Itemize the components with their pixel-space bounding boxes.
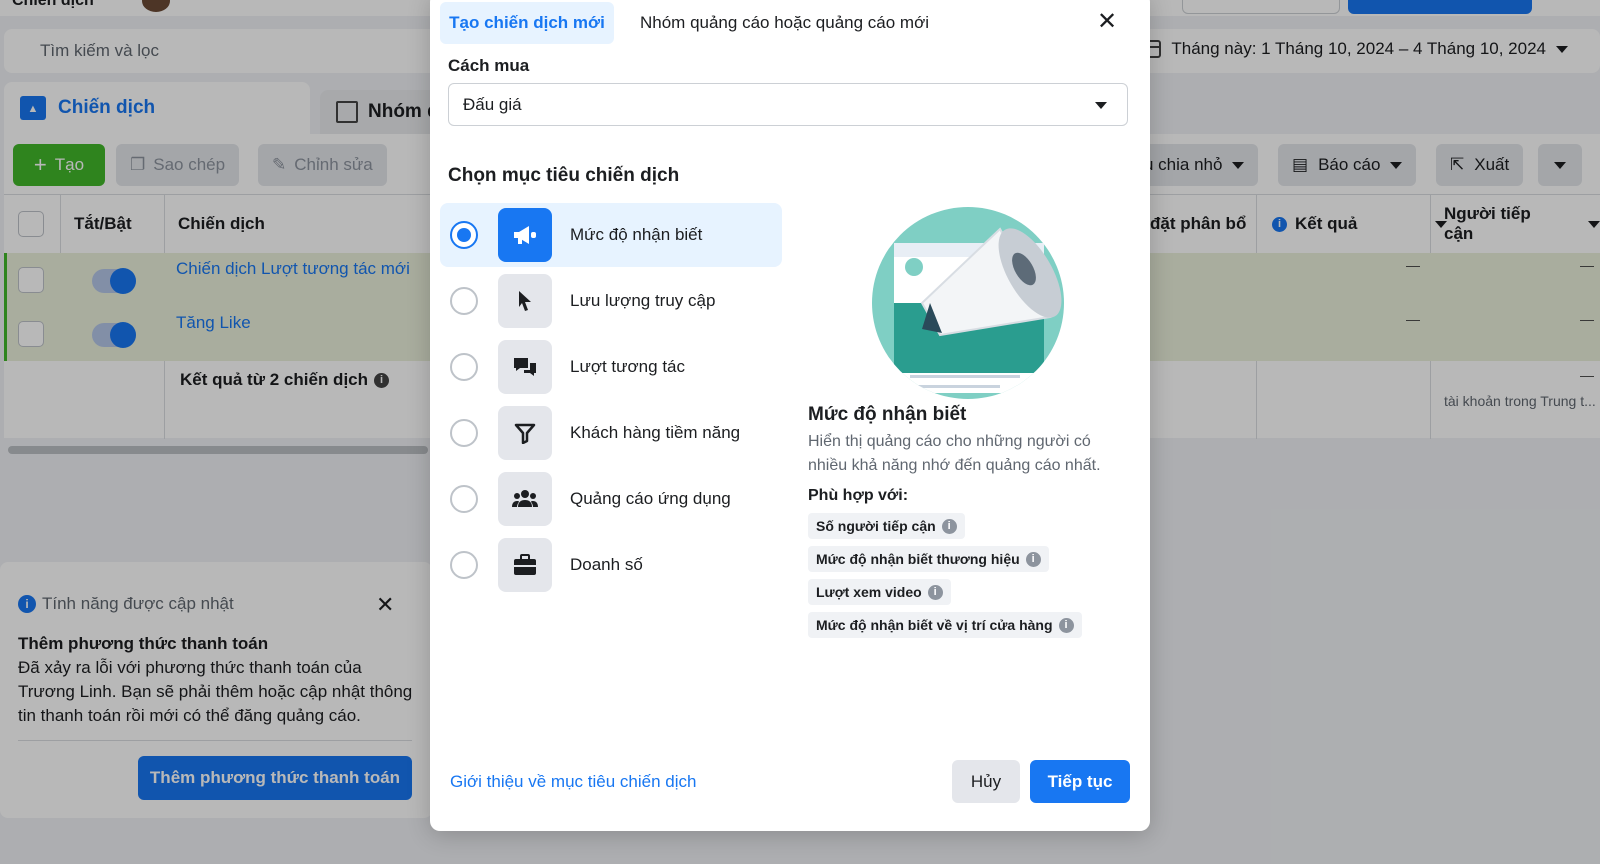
- good-for-chip: Số người tiếp cận i: [808, 513, 965, 539]
- good-for-label: Phù hợp với:: [808, 487, 909, 504]
- chip-label: Số người tiếp cận: [816, 518, 936, 534]
- chat-icon: [498, 340, 552, 394]
- good-for-chip: Mức độ nhận biết thương hiệu i: [808, 546, 1049, 572]
- info-icon[interactable]: i: [927, 584, 943, 600]
- objective-label: Lưu lượng truy cập: [570, 291, 716, 310]
- objective-radio[interactable]: [450, 353, 478, 381]
- chip-label: Mức độ nhận biết thương hiệu: [816, 551, 1020, 567]
- info-icon[interactable]: i: [941, 518, 957, 534]
- cursor-icon: [498, 274, 552, 328]
- objective-option-engagement[interactable]: Lượt tương tác: [440, 335, 782, 399]
- objective-radio[interactable]: [450, 419, 478, 447]
- people-icon: [498, 472, 552, 526]
- buying-type-value: Đấu giá: [463, 94, 522, 114]
- chip-label: Mức độ nhận biết về vị trí cửa hàng: [816, 617, 1053, 633]
- buying-type-label: Cách mua: [448, 56, 530, 75]
- buying-type-select[interactable]: Đấu giá: [448, 83, 1128, 126]
- close-icon[interactable]: ✕: [1092, 6, 1122, 36]
- objective-label: Mức độ nhận biết: [570, 225, 703, 244]
- objective-detail-description: Hiển thị quảng cáo cho những người có nh…: [808, 433, 1101, 474]
- objective-label: Lượt tương tác: [570, 357, 685, 376]
- briefcase-icon: [498, 538, 552, 592]
- awareness-illustration: [870, 207, 1070, 406]
- create-campaign-dialog: Tạo chiến dịch mới Nhóm quảng cáo hoặc q…: [430, 0, 1150, 831]
- objective-option-app-promotion[interactable]: Quảng cáo ứng dụng: [440, 467, 782, 531]
- good-for-chip: Lượt xem video i: [808, 579, 951, 605]
- objective-radio[interactable]: [450, 287, 478, 315]
- objective-option-awareness[interactable]: Mức độ nhận biết: [440, 203, 782, 267]
- funnel-icon: [498, 406, 552, 460]
- objective-option-sales[interactable]: Doanh số: [440, 533, 782, 597]
- good-for-chip: Mức độ nhận biết về vị trí cửa hàng i: [808, 612, 1082, 638]
- cancel-button[interactable]: Hủy: [952, 760, 1020, 803]
- info-icon[interactable]: i: [1058, 617, 1074, 633]
- objective-label: Quảng cáo ứng dụng: [570, 489, 731, 508]
- objective-option-traffic[interactable]: Lưu lượng truy cập: [440, 269, 782, 333]
- objective-label: Khách hàng tiềm năng: [570, 423, 741, 442]
- objective-detail-title: Mức độ nhận biết: [808, 404, 967, 425]
- objective-label: Doanh số: [570, 555, 643, 574]
- megaphone-icon: [498, 208, 552, 262]
- info-icon[interactable]: i: [1025, 551, 1041, 567]
- tab-new-campaign[interactable]: Tạo chiến dịch mới: [440, 2, 614, 44]
- objective-heading: Chọn mục tiêu chiến dịch: [448, 165, 680, 186]
- chip-label: Lượt xem video: [816, 584, 922, 600]
- objective-radio[interactable]: [450, 551, 478, 579]
- continue-button[interactable]: Tiếp tục: [1030, 760, 1130, 803]
- tab-new-ad-set-or-ad[interactable]: Nhóm quảng cáo hoặc quảng cáo mới: [640, 2, 929, 44]
- chevron-down-icon: [1095, 102, 1107, 109]
- objective-radio[interactable]: [450, 221, 478, 249]
- objective-option-leads[interactable]: Khách hàng tiềm năng: [440, 401, 782, 465]
- objective-radio[interactable]: [450, 485, 478, 513]
- learn-about-objectives-link[interactable]: Giới thiệu về mục tiêu chiến dịch: [450, 772, 696, 792]
